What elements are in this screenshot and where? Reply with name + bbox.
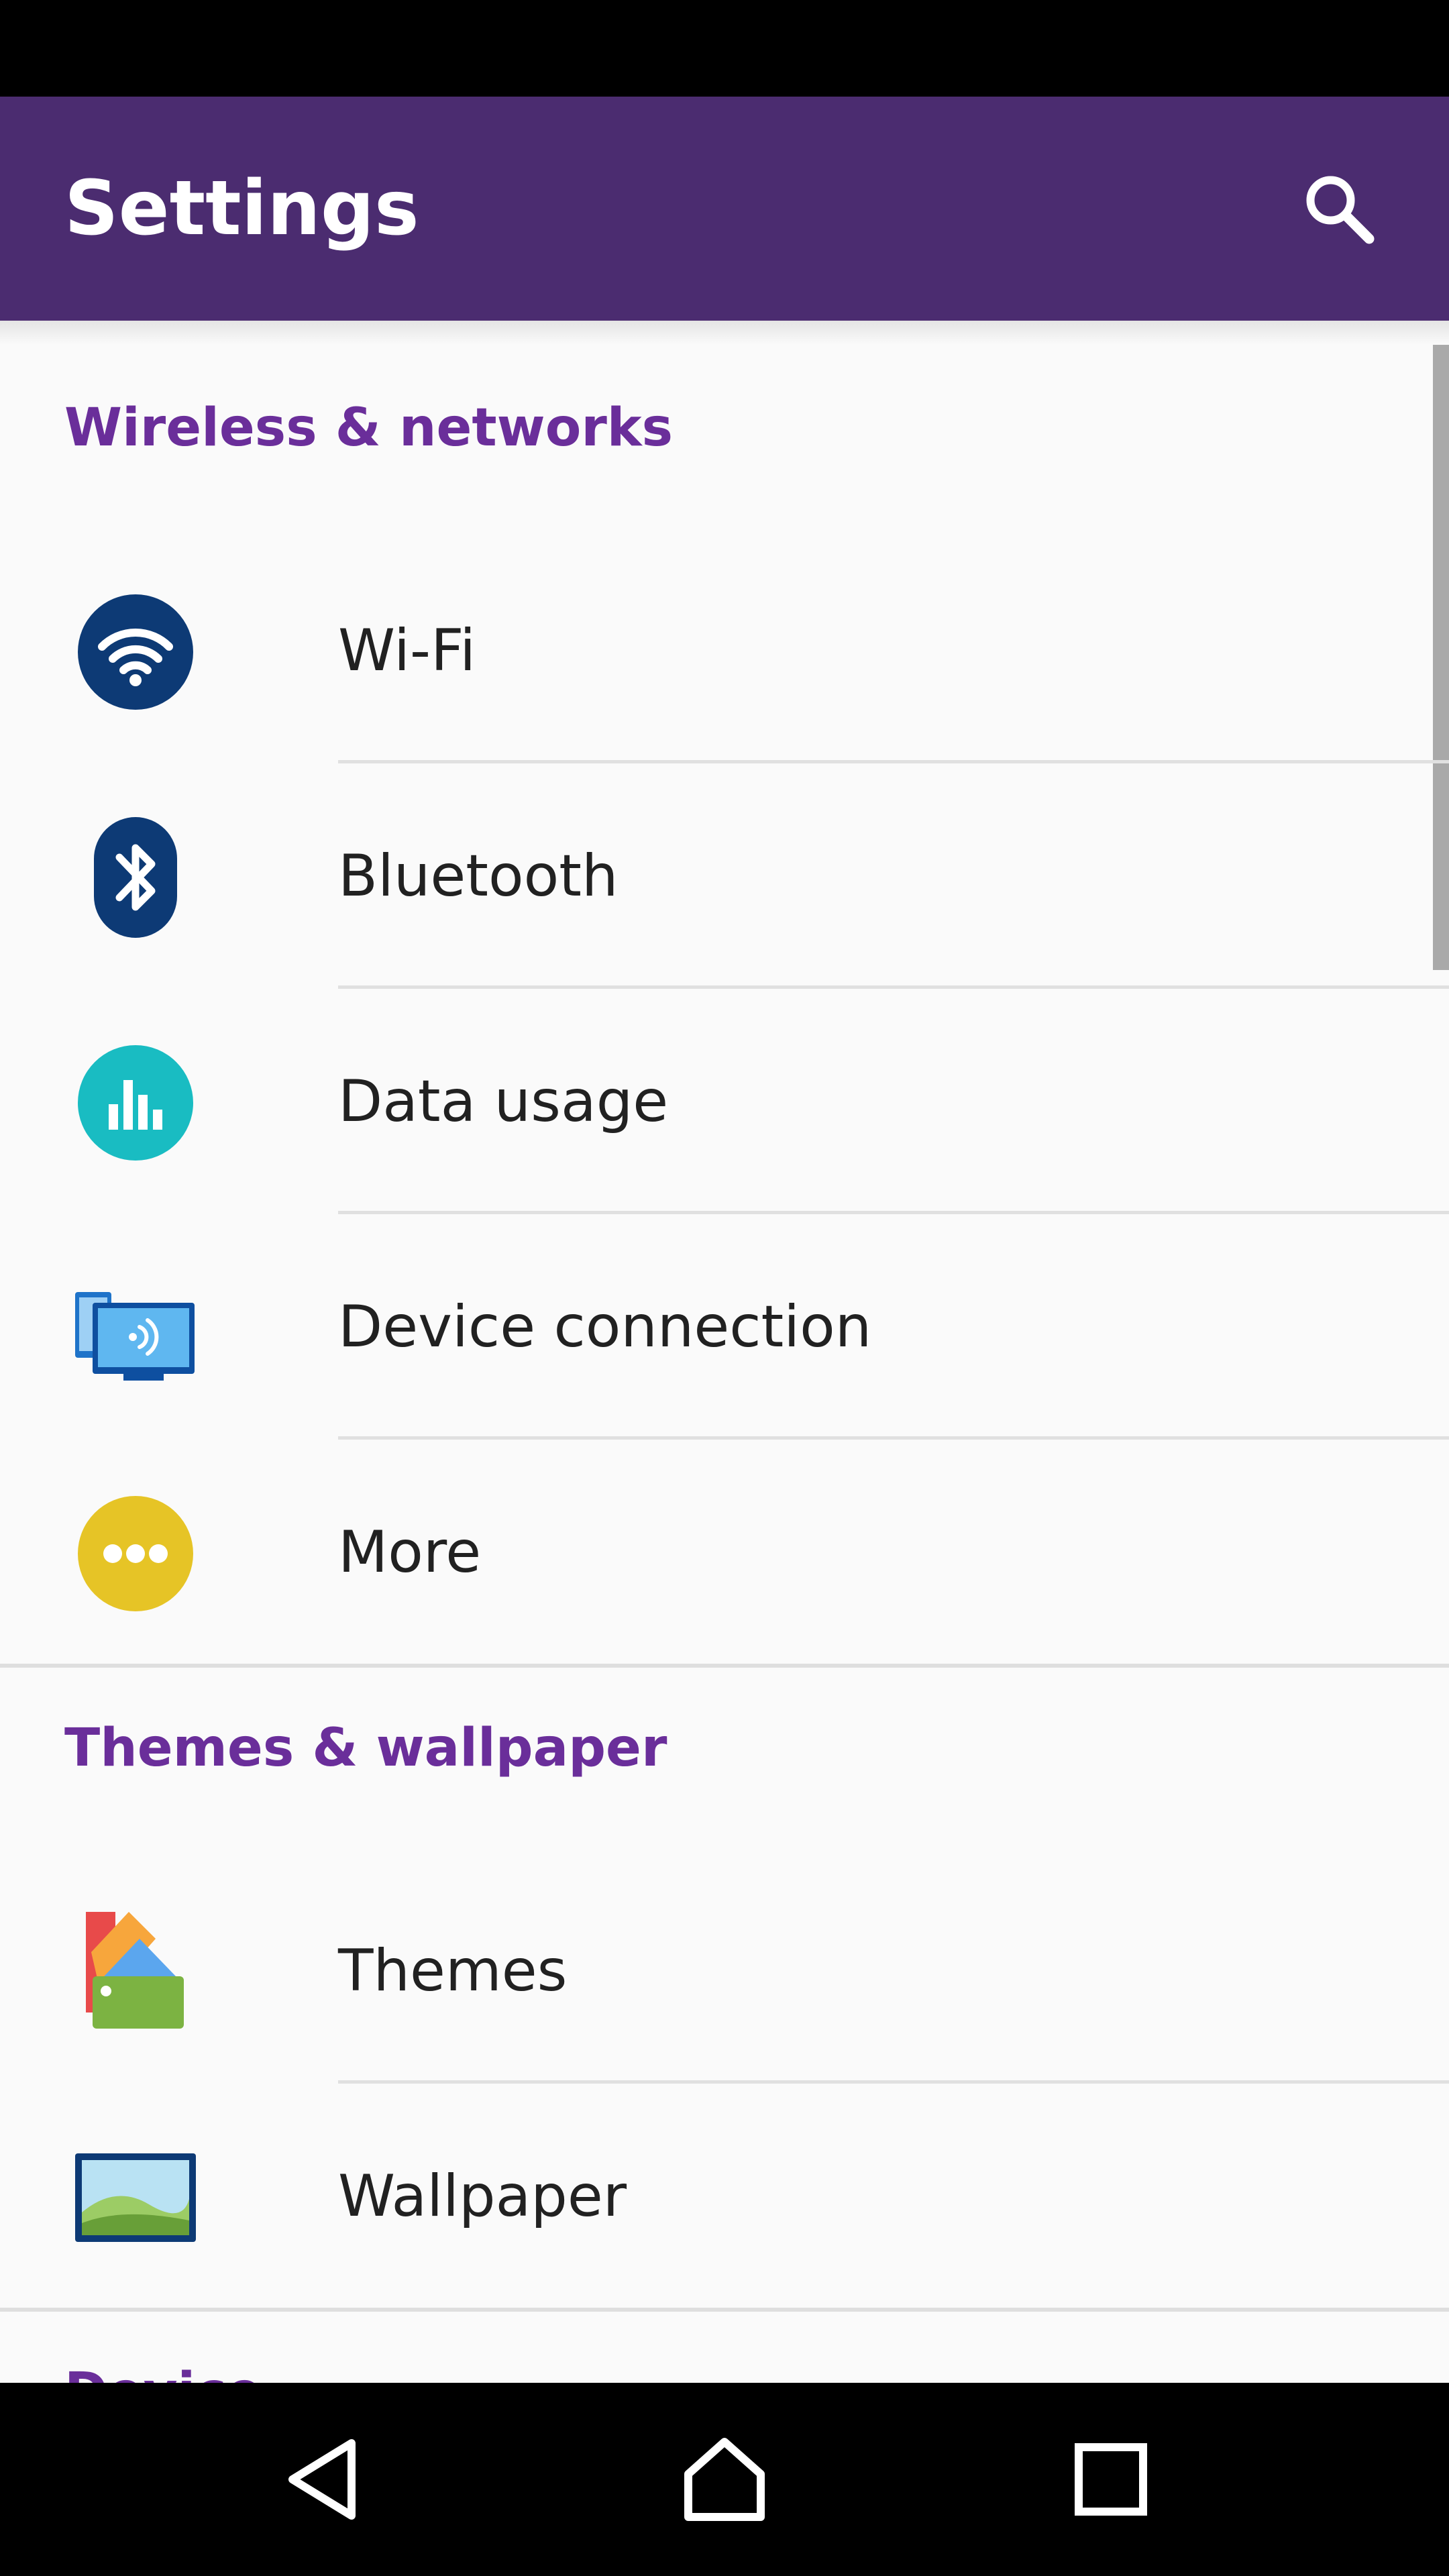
back-button[interactable] — [243, 2399, 404, 2560]
device-connection-icon — [75, 1292, 195, 1381]
section-header-themes: Themes & wallpaper — [64, 1718, 667, 1778]
more-icon — [78, 1496, 193, 1611]
settings-item-more[interactable]: More — [0, 1440, 1449, 1665]
themes-icon — [86, 1912, 184, 2029]
search-button[interactable] — [1291, 160, 1387, 257]
app-bar-shadow — [0, 321, 1449, 345]
home-button[interactable] — [644, 2399, 805, 2560]
settings-item-wallpaper[interactable]: Wallpaper — [0, 2084, 1449, 2309]
home-icon — [684, 2438, 765, 2521]
recents-button[interactable] — [1030, 2399, 1191, 2560]
settings-item-data-usage[interactable]: Data usage — [0, 989, 1449, 1214]
recents-icon — [1075, 2443, 1147, 2516]
settings-item-label: Device connection — [338, 1293, 872, 1360]
settings-item-label: More — [338, 1519, 482, 1586]
settings-item-themes[interactable]: Themes — [0, 1858, 1449, 2084]
settings-item-label: Bluetooth — [338, 843, 619, 910]
section-divider — [0, 1664, 1449, 1668]
section-header-wireless: Wireless & networks — [64, 398, 674, 458]
app-bar: Settings — [0, 97, 1449, 321]
settings-item-device-connection[interactable]: Device connection — [0, 1214, 1449, 1440]
wifi-icon — [78, 594, 193, 710]
settings-item-wifi[interactable]: Wi-Fi — [0, 538, 1449, 763]
navigation-bar — [0, 2383, 1449, 2576]
data-usage-icon — [78, 1045, 193, 1161]
page-title: Settings — [64, 165, 419, 252]
status-bar — [0, 0, 1449, 97]
section-divider — [0, 2308, 1449, 2312]
settings-item-bluetooth[interactable]: Bluetooth — [0, 763, 1449, 989]
bluetooth-icon — [94, 817, 177, 938]
settings-item-label: Wi-Fi — [338, 617, 476, 684]
search-icon — [1306, 176, 1375, 244]
back-icon — [288, 2439, 356, 2520]
section-header-device: Device — [64, 2359, 262, 2383]
settings-item-label: Data usage — [338, 1068, 669, 1135]
settings-list[interactable]: Wireless & networks Wi-Fi Bluetooth Data… — [0, 321, 1449, 2383]
wallpaper-icon — [75, 2153, 196, 2242]
settings-item-label: Wallpaper — [338, 2163, 627, 2230]
settings-item-label: Themes — [338, 1937, 568, 2004]
